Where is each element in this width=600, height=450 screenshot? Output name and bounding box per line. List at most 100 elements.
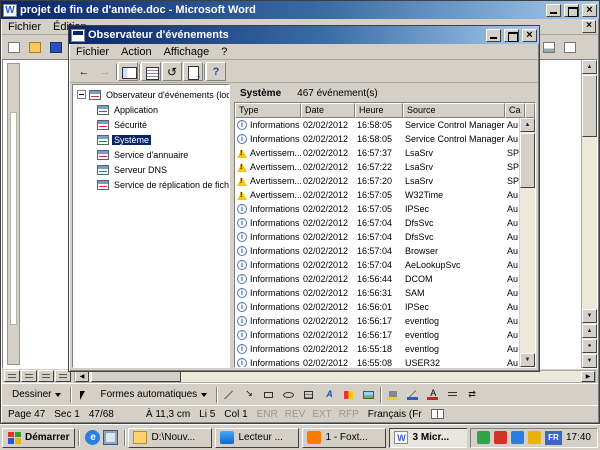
new-document-icon[interactable] <box>5 39 23 56</box>
next-page-icon[interactable]: ▼ <box>582 354 597 368</box>
open-icon[interactable] <box>26 39 44 56</box>
column-header[interactable]: Type <box>235 103 301 118</box>
arrow-style-icon[interactable] <box>464 387 481 403</box>
network-tray-icon[interactable] <box>511 431 524 444</box>
normal-view-icon[interactable] <box>4 370 20 382</box>
column-header[interactable]: Heure <box>355 103 403 118</box>
collapse-icon[interactable] <box>77 90 86 99</box>
event-row[interactable]: Avertissem... 02/02/2012 16:57:22 LsaSrv… <box>235 160 519 174</box>
web-layout-view-icon[interactable] <box>21 370 37 382</box>
save-icon[interactable] <box>47 39 65 56</box>
tree-item[interactable]: Service d'annuaire <box>73 147 229 162</box>
event-row[interactable]: Informations 02/02/2012 16:58:05 Service… <box>235 132 519 146</box>
hscrollbar-thumb[interactable] <box>91 371 181 382</box>
show-desktop-icon[interactable] <box>103 430 118 445</box>
event-viewer-menu-item[interactable]: ? <box>215 45 233 59</box>
wordart-icon[interactable] <box>320 387 337 403</box>
event-row[interactable]: Informations 02/02/2012 16:57:04 DfsSvc … <box>235 230 519 244</box>
minimize-icon[interactable] <box>546 4 561 17</box>
document-map-icon[interactable] <box>561 39 579 56</box>
internet-explorer-icon[interactable] <box>85 430 100 445</box>
event-viewer-menu-item[interactable]: Affichage <box>158 45 216 59</box>
maximize-icon[interactable] <box>564 4 579 17</box>
back-icon[interactable] <box>74 62 94 81</box>
oval-icon[interactable] <box>280 387 297 403</box>
event-row[interactable]: Avertissem... 02/02/2012 16:57:20 LsaSrv… <box>235 174 519 188</box>
close-icon[interactable] <box>522 29 537 42</box>
scroll-down-icon[interactable]: ▼ <box>582 309 597 323</box>
event-row[interactable]: Informations 02/02/2012 16:57:05 IPSec A… <box>235 202 519 216</box>
help-icon[interactable] <box>206 62 226 81</box>
column-header[interactable]: Source <box>403 103 505 118</box>
event-viewer-menu-item[interactable]: Action <box>115 45 158 59</box>
event-row[interactable]: Informations 02/02/2012 16:55:18 eventlo… <box>235 342 519 356</box>
event-row[interactable]: Avertissem... 02/02/2012 16:57:37 LsaSrv… <box>235 146 519 160</box>
select-objects-icon[interactable] <box>74 387 91 403</box>
close-icon[interactable] <box>582 4 597 17</box>
print-layout-view-icon[interactable] <box>38 370 54 382</box>
language-indicator[interactable]: FR <box>545 431 562 445</box>
update-tray-icon[interactable] <box>494 431 507 444</box>
scroll-right-icon[interactable]: ▶ <box>581 371 595 382</box>
line-style-icon[interactable] <box>444 387 461 403</box>
scrollbar-thumb[interactable] <box>582 75 597 137</box>
task-button[interactable]: 3 Micr... <box>389 428 466 448</box>
event-row[interactable]: Informations 02/02/2012 16:55:08 USER32 … <box>235 356 519 367</box>
event-row[interactable]: Informations 02/02/2012 16:57:04 AeLooku… <box>235 258 519 272</box>
autoshapes-menu-button[interactable]: Formes automatiques <box>94 386 213 404</box>
text-box-icon[interactable] <box>300 387 317 403</box>
tree-item[interactable]: Sécurité <box>73 117 229 132</box>
event-row[interactable]: Informations 02/02/2012 16:56:44 DCOM Au <box>235 272 519 286</box>
event-viewer-titlebar[interactable]: Observateur d'événements <box>69 26 539 44</box>
column-header[interactable]: Ca <box>505 103 525 118</box>
event-row[interactable]: Informations 02/02/2012 16:56:17 eventlo… <box>235 314 519 328</box>
refresh-icon[interactable] <box>162 62 182 81</box>
start-button[interactable]: Démarrer <box>2 428 75 448</box>
minimize-icon[interactable] <box>486 29 501 42</box>
event-row[interactable]: Informations 02/02/2012 16:56:31 SAM Au <box>235 286 519 300</box>
column-header[interactable]: Date <box>301 103 355 118</box>
event-row[interactable]: Informations 02/02/2012 16:58:05 Service… <box>235 118 519 132</box>
maximize-icon[interactable] <box>504 29 519 42</box>
word-menu-item[interactable]: Fichier <box>2 20 47 34</box>
drawing-toolbar-icon[interactable] <box>540 39 558 56</box>
vertical-scrollbar[interactable]: ▲ ▼ ▲ ● ▼ <box>581 60 597 368</box>
scroll-up-icon[interactable]: ▲ <box>582 60 597 74</box>
event-row[interactable]: Avertissem... 02/02/2012 16:57:05 W32Tim… <box>235 188 519 202</box>
volume-tray-icon[interactable] <box>528 431 541 444</box>
tree-item[interactable]: Serveur DNS <box>73 162 229 177</box>
close-document-icon[interactable] <box>582 20 596 33</box>
line-color-icon[interactable] <box>404 387 421 403</box>
tree-item[interactable]: Service de réplication de fichiers <box>73 177 229 192</box>
antivirus-tray-icon[interactable] <box>477 431 490 444</box>
event-row[interactable]: Informations 02/02/2012 16:56:01 IPSec A… <box>235 300 519 314</box>
word-titlebar[interactable]: projet de fin de d'année.doc - Microsoft… <box>1 1 599 19</box>
event-viewer-menu-item[interactable]: Fichier <box>70 45 115 59</box>
list-vertical-scrollbar[interactable]: ▲ ▼ <box>519 118 535 367</box>
font-color-icon[interactable] <box>424 387 441 403</box>
insert-picture-icon[interactable] <box>360 387 377 403</box>
scroll-left-icon[interactable]: ◀ <box>75 371 89 382</box>
scroll-down-icon[interactable]: ▼ <box>520 353 535 367</box>
draw-menu-button[interactable]: Dessiner <box>6 386 67 404</box>
task-button[interactable]: Lecteur ... <box>215 428 299 448</box>
forward-icon[interactable] <box>95 62 115 81</box>
arrow-icon[interactable] <box>240 387 257 403</box>
scroll-up-icon[interactable]: ▲ <box>520 118 535 132</box>
event-row[interactable]: Informations 02/02/2012 16:56:17 eventlo… <box>235 328 519 342</box>
tree-root-item[interactable]: Observateur d'événements (local) <box>73 87 229 102</box>
line-icon[interactable] <box>220 387 237 403</box>
event-row[interactable]: Informations 02/02/2012 16:57:04 DfsSvc … <box>235 216 519 230</box>
task-button[interactable]: 1 - Foxt... <box>302 428 386 448</box>
rectangle-icon[interactable] <box>260 387 277 403</box>
previous-page-icon[interactable]: ▲ <box>582 324 597 338</box>
clip-art-icon[interactable] <box>340 387 357 403</box>
properties-icon[interactable] <box>141 62 161 81</box>
export-list-icon[interactable] <box>183 62 203 81</box>
select-browse-object-icon[interactable]: ● <box>582 339 597 353</box>
event-row[interactable]: Informations 02/02/2012 16:57:04 Browser… <box>235 244 519 258</box>
fill-color-icon[interactable] <box>384 387 401 403</box>
task-button[interactable]: D:\Nouv... <box>128 428 212 448</box>
tree-item[interactable]: Application <box>73 102 229 117</box>
tree-item[interactable]: Système <box>73 132 229 147</box>
